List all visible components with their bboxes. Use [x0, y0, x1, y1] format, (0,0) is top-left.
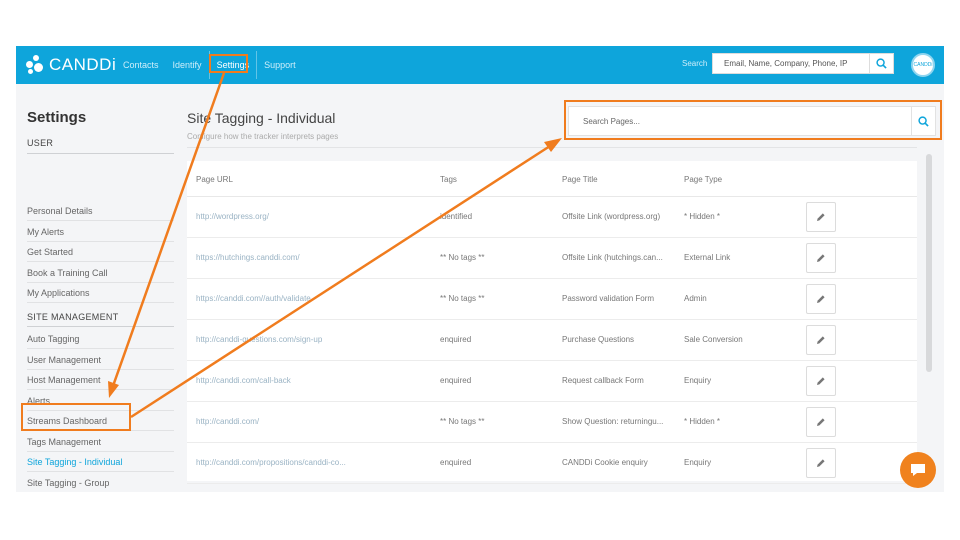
- annotation-arrowhead: [544, 138, 562, 152]
- annotation-arrowhead: [108, 381, 119, 398]
- annotation-arrow-line: [111, 72, 226, 387]
- annotation-arrow-line: [130, 144, 551, 419]
- annotation-arrows: [108, 72, 562, 419]
- app-window: CANDDi Contacts Identify Settings Suppor…: [16, 46, 944, 492]
